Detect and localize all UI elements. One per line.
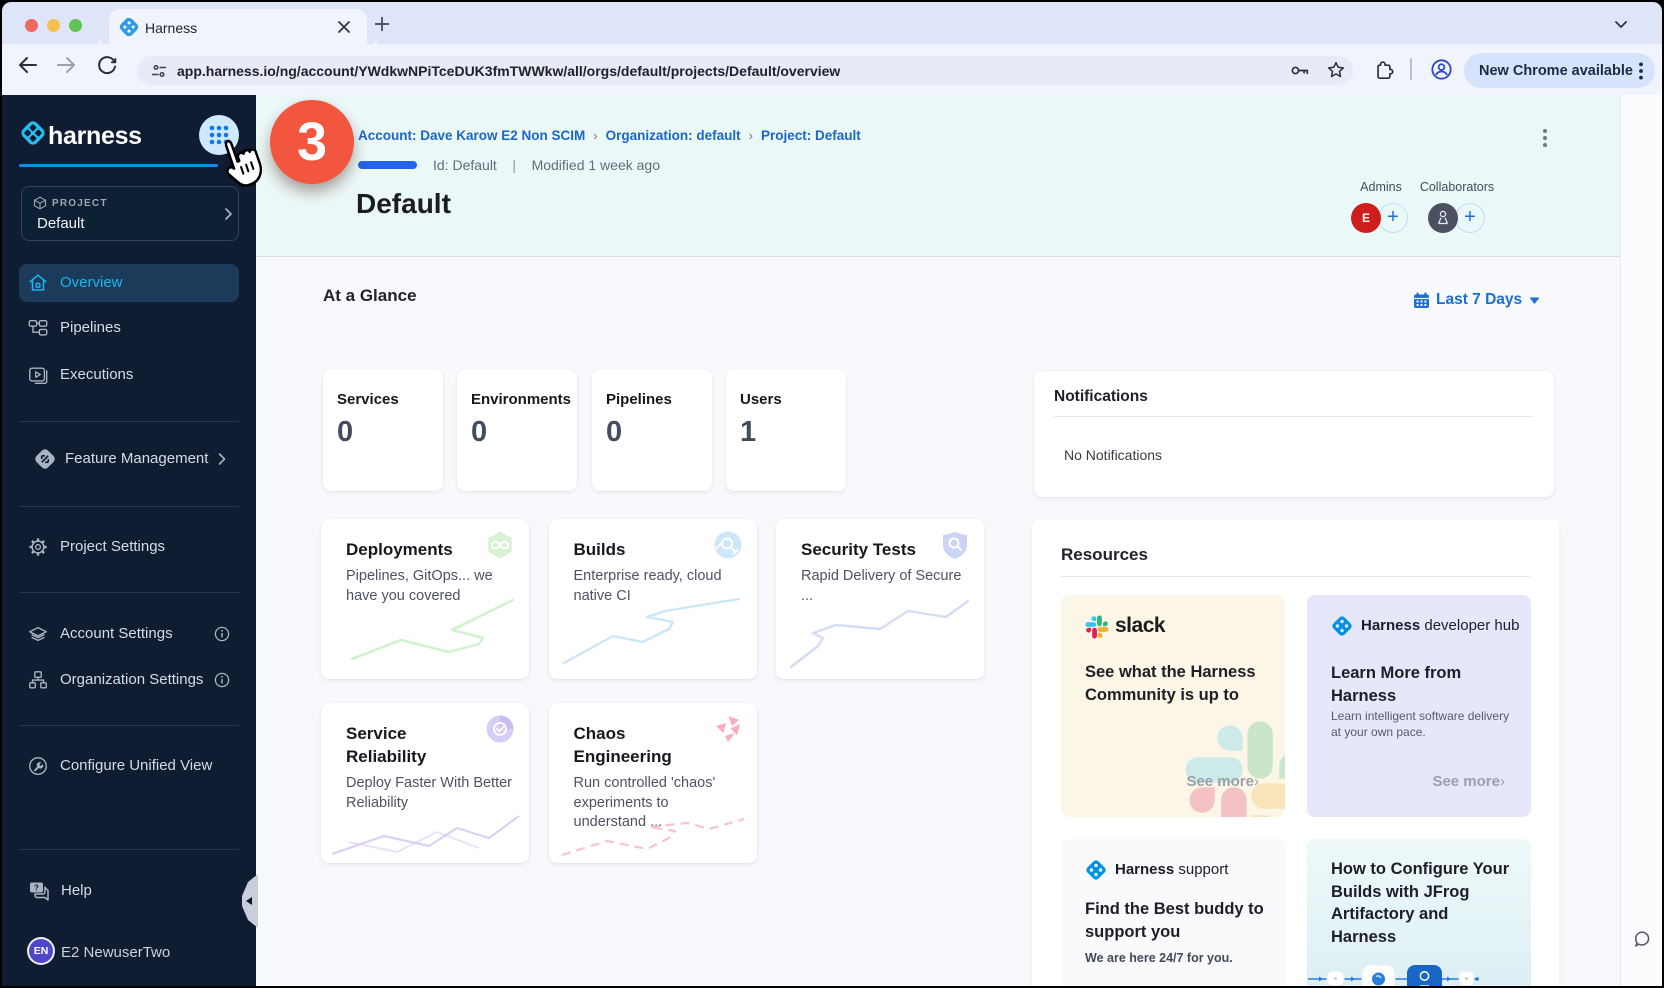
svg-text:?: ? xyxy=(34,884,39,893)
